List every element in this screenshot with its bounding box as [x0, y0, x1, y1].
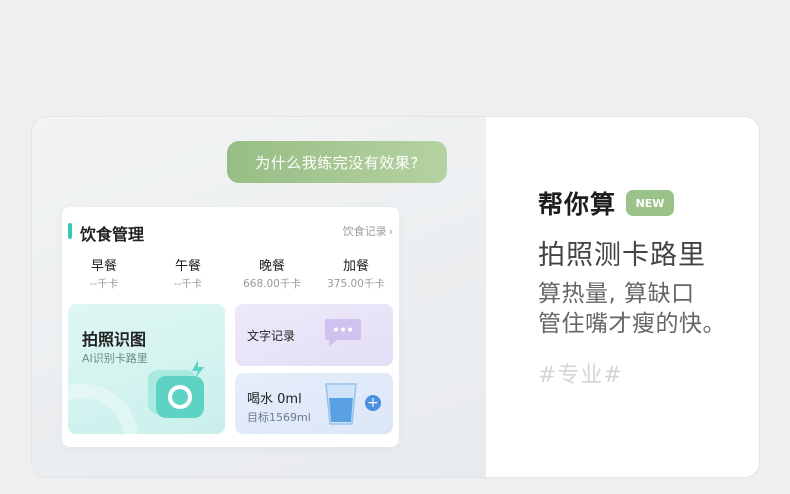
- app-preview-panel: 为什么我练完没有效果? 饮食管理 饮食记录› 早餐 --千卡 午餐 --千卡: [32, 117, 486, 477]
- diet-management-card: 饮食管理 饮食记录› 早餐 --千卡 午餐 --千卡 晚餐 668.00千卡: [62, 207, 399, 447]
- meal-breakfast[interactable]: 早餐 --千卡: [62, 255, 146, 290]
- photo-recognition-subtitle: AI识别卡路里: [82, 352, 148, 365]
- meal-name: 加餐: [342, 259, 369, 274]
- diet-header: 饮食管理 饮食记录 ›: [62, 221, 399, 244]
- meal-calories: --千卡: [89, 278, 119, 290]
- decorative-ring: [68, 384, 138, 434]
- meal-snack[interactable]: 加餐 375.00千卡: [314, 255, 398, 290]
- promo-subtitle: 拍照测卡路里: [538, 240, 706, 271]
- promo-desc-line2: 管住嘴才瘦的快。: [538, 311, 726, 337]
- diet-record-link[interactable]: 饮食记录 ›: [343, 223, 393, 239]
- photo-recognition-tile[interactable]: 拍照识图 AI识别卡路里: [68, 304, 225, 434]
- water-cup-icon: [323, 381, 359, 431]
- meal-name: 晚餐: [258, 259, 285, 274]
- text-record-tile[interactable]: 文字记录: [235, 304, 393, 366]
- meal-name: 早餐: [90, 259, 117, 274]
- meal-calories: 375.00千卡: [327, 278, 385, 290]
- promo-title: 帮你算: [538, 190, 617, 219]
- chevron-right-icon: ›: [388, 225, 393, 238]
- diet-record-label: 饮食记录: [342, 225, 387, 238]
- meal-summary: 早餐 --千卡 午餐 --千卡 晚餐 668.00千卡 加餐 375.00千卡: [62, 255, 399, 290]
- water-title: 喝水 0ml: [247, 392, 302, 407]
- feature-card: 为什么我练完没有效果? 饮食管理 饮食记录› 早餐 --千卡 午餐 --千卡: [31, 116, 760, 478]
- meal-name: 午餐: [174, 259, 201, 274]
- photo-recognition-title: 拍照识图: [82, 330, 147, 349]
- promo-description: 算热量, 算缺口 管住嘴才瘦的快。: [538, 279, 726, 339]
- camera-icon: [144, 356, 210, 426]
- water-target: 目标1569ml: [247, 411, 311, 424]
- chat-question-text: 为什么我练完没有效果?: [255, 153, 419, 172]
- chat-question-bubble: 为什么我练完没有效果?: [227, 141, 447, 183]
- diet-title: 饮食管理: [80, 225, 145, 244]
- add-icon[interactable]: +: [365, 395, 381, 411]
- chat-bubble-icon: [323, 316, 363, 356]
- meal-calories: --千卡: [173, 278, 203, 290]
- promo-desc-line1: 算热量, 算缺口: [538, 281, 695, 307]
- title-accent-bar: [68, 223, 72, 239]
- water-tile[interactable]: 喝水 0ml 目标1569ml +: [235, 373, 393, 434]
- text-record-title: 文字记录: [247, 329, 296, 343]
- promo-title-row: 帮你算 NEW: [538, 187, 675, 219]
- promo-tag: #专业#: [538, 363, 623, 388]
- new-badge: NEW: [626, 190, 675, 216]
- promo-panel: 帮你算 NEW 拍照测卡路里 算热量, 算缺口 管住嘴才瘦的快。 #专业#: [486, 117, 759, 477]
- meal-lunch[interactable]: 午餐 --千卡: [146, 255, 230, 290]
- meal-dinner[interactable]: 晚餐 668.00千卡: [230, 255, 314, 290]
- meal-calories: 668.00千卡: [243, 278, 301, 290]
